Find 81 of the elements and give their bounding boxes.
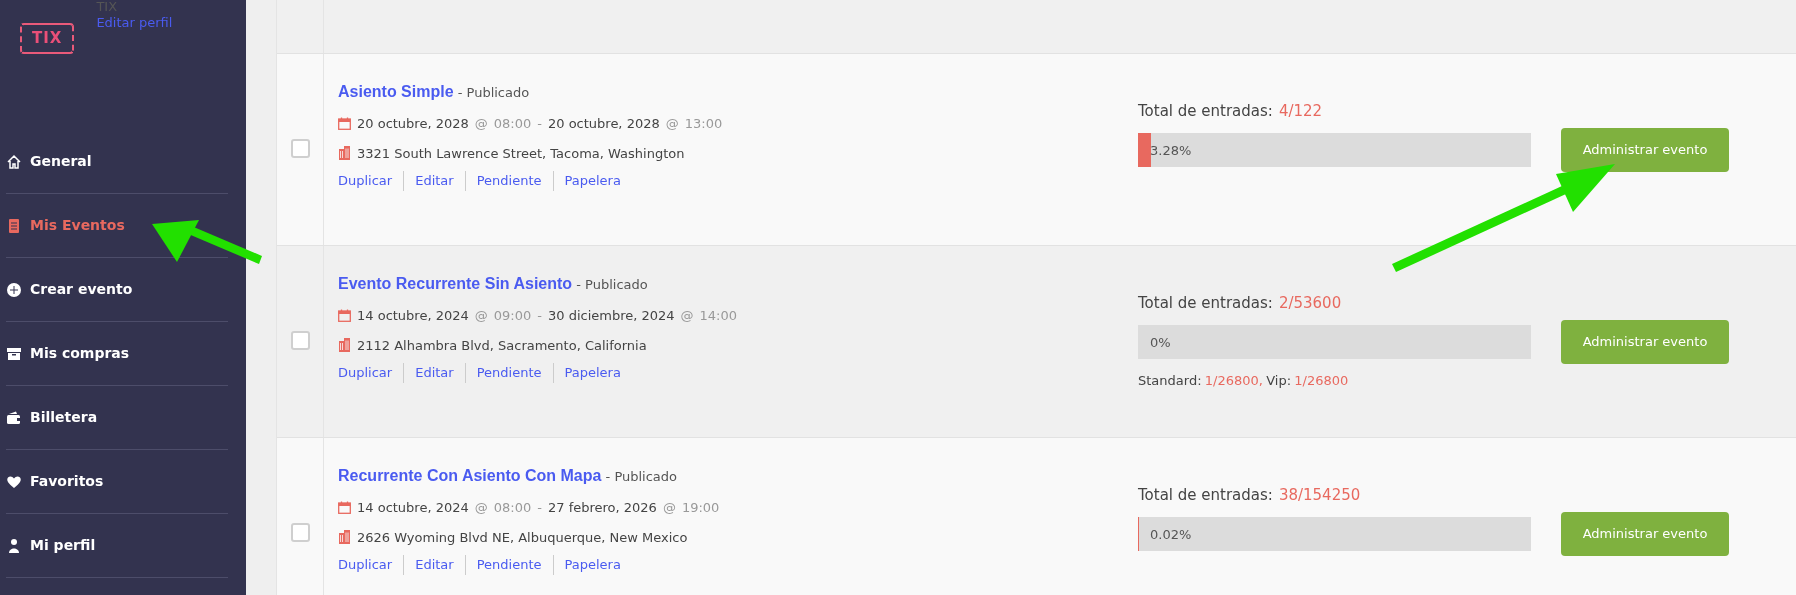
total-label: Total de entradas: [1138, 102, 1273, 120]
at-sign: @ [680, 307, 694, 325]
event-date: 30 diciembre, 2024 [547, 307, 675, 325]
sidebar-item[interactable]: Favoritos [6, 450, 228, 514]
action-link[interactable]: Editar [403, 555, 465, 575]
action-link[interactable]: Editar [403, 171, 465, 191]
total-value: 2/53600 [1278, 294, 1342, 312]
event-date: 20 octubre, 2028 [357, 115, 469, 133]
event-date: 20 octubre, 2028 [547, 115, 660, 133]
at-sign: @ [474, 307, 488, 325]
date-separator: - [537, 307, 542, 325]
progress-percent: 0.02% [1150, 525, 1192, 544]
action-link[interactable]: Duplicar [338, 555, 404, 575]
calendar-icon [338, 309, 351, 323]
date-separator: - [537, 115, 542, 133]
event-address: 2112 Alhambra Blvd, Sacramento, California [357, 336, 647, 355]
total-value: 38/154250 [1278, 486, 1361, 504]
at-sign: @ [474, 115, 488, 133]
building-icon [338, 146, 351, 161]
action-link[interactable]: Duplicar [338, 171, 404, 191]
manage-event-button[interactable]: Administrar evento [1561, 127, 1729, 172]
archive-icon [6, 345, 22, 362]
sidebar-item[interactable]: Billetera [6, 386, 228, 450]
ticket-type-label: Standard: [1138, 371, 1202, 390]
action-link[interactable]: Pendiente [464, 171, 553, 191]
person-icon [6, 537, 22, 554]
date-separator: - [537, 499, 542, 517]
event-date: 14 octubre, 2024 [357, 499, 469, 517]
event-time: 08:00 [493, 115, 532, 133]
event-time: 09:00 [493, 307, 532, 325]
event-date: 27 febrero, 2026 [547, 499, 657, 517]
total-value: 4/122 [1278, 102, 1323, 120]
total-label: Total de entradas: [1138, 486, 1273, 504]
wallet-icon [6, 409, 22, 426]
event-title-link[interactable]: Recurrente Con Asiento Con Mapa [338, 467, 602, 484]
ticket-type-label: Vip: [1266, 371, 1292, 390]
home-icon [6, 153, 22, 170]
sidebar-item[interactable]: Mis compras [6, 322, 228, 386]
ticket-type-count: 1/26800, [1204, 371, 1263, 390]
plus-circle-icon [6, 281, 22, 298]
checkbox[interactable] [290, 331, 310, 350]
event-title-link[interactable]: Evento Recurrente Sin Asiento [338, 275, 573, 292]
logo: TIX [20, 23, 75, 54]
checkbox[interactable] [290, 139, 310, 158]
manage-event-button[interactable]: Administrar evento [1561, 511, 1729, 556]
progress-percent: 0% [1150, 333, 1171, 352]
at-sign: @ [474, 499, 488, 517]
heart-icon [6, 473, 22, 490]
event-time: 19:00 [681, 499, 720, 517]
action-link[interactable]: Papelera [552, 555, 632, 575]
building-icon [338, 530, 351, 545]
event-status: - Publicado [605, 469, 678, 484]
action-link[interactable]: Duplicar [338, 363, 404, 383]
event-date: 14 octubre, 2024 [357, 307, 469, 325]
action-link[interactable]: Papelera [552, 363, 632, 383]
sidebar-item[interactable]: Mi perfil [6, 514, 228, 578]
action-link[interactable]: Pendiente [464, 363, 553, 383]
action-link[interactable]: Editar [403, 363, 465, 383]
action-link[interactable]: Papelera [552, 171, 632, 191]
event-time: 08:00 [493, 499, 532, 517]
ticket-type-count: 1/26800 [1294, 371, 1349, 390]
at-sign: @ [665, 115, 679, 133]
sidebar-item[interactable]: General [6, 130, 228, 194]
event-status: - Publicado [576, 277, 648, 292]
total-label: Total de entradas: [1138, 294, 1273, 312]
event-status: - Publicado [457, 85, 530, 100]
calendar-icon [338, 501, 351, 515]
manage-event-button[interactable]: Administrar evento [1561, 319, 1729, 364]
document-icon [6, 217, 22, 234]
sidebar-item[interactable]: Crear evento [6, 258, 228, 322]
event-time: 13:00 [684, 115, 723, 133]
event-address: 2626 Wyoming Blvd NE, Albuquerque, New Mexico [357, 528, 688, 547]
at-sign: @ [662, 499, 676, 517]
event-time: 14:00 [699, 307, 738, 325]
action-link[interactable]: Pendiente [464, 555, 553, 575]
event-address: 3321 South Lawrence Street, Tacoma, Washington [357, 144, 685, 163]
building-icon [338, 338, 351, 353]
checkbox[interactable] [290, 523, 310, 542]
event-title-link[interactable]: Asiento Simple [338, 83, 454, 100]
calendar-icon [338, 117, 351, 131]
progress-percent: 3.28% [1150, 141, 1192, 160]
